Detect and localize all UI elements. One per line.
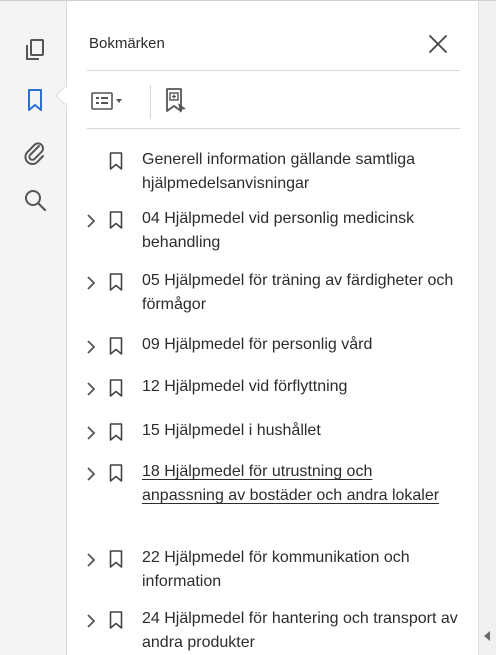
toolbar-divider: [150, 85, 151, 119]
bookmark-label: 09 Hjälpmedel för personlig vård: [142, 336, 373, 353]
chevron-right-icon[interactable]: [83, 213, 99, 229]
new-bookmark-icon: [166, 88, 186, 113]
scrollbar[interactable]: [478, 1, 496, 655]
chevron-right-icon[interactable]: [83, 466, 99, 482]
search-icon[interactable]: [20, 185, 50, 215]
bookmarks-panel: Bokmärken Generell information gällande …: [67, 1, 478, 655]
new-bookmark-button[interactable]: [163, 87, 191, 115]
scroll-left-arrow-icon[interactable]: [484, 631, 490, 641]
chevron-right-icon[interactable]: [83, 552, 99, 568]
toolbar-divider-bottom: [87, 128, 460, 129]
close-button[interactable]: [425, 31, 451, 57]
close-icon: [429, 35, 447, 53]
bookmark-icon[interactable]: [20, 85, 50, 115]
chevron-right-icon[interactable]: [83, 381, 99, 397]
attachment-icon[interactable]: [20, 138, 50, 168]
bookmark-label: 18 Hjälpmedel för utrustning och anpassn…: [142, 463, 440, 504]
chevron-right-icon[interactable]: [83, 425, 99, 441]
chevron-right-icon[interactable]: [83, 613, 99, 629]
bookmark-options-icon: [91, 92, 122, 110]
bookmark-icon: [109, 423, 123, 441]
chevron-right-icon[interactable]: [83, 339, 99, 355]
bookmark-label: 12 Hjälpmedel vid förflyttning: [142, 378, 348, 395]
bookmark-icon: [109, 464, 123, 482]
bookmark-icon: [109, 152, 123, 170]
bookmark-label: 22 Hjälpmedel för kommunikation och info…: [142, 549, 410, 590]
bookmark-icon: [109, 550, 123, 568]
bookmark-label: Generell information gällande samtliga h…: [142, 151, 416, 192]
bookmark-options-button[interactable]: [91, 87, 135, 115]
header-divider: [87, 70, 460, 71]
bookmark-icon: [109, 337, 123, 355]
chevron-right-icon[interactable]: [83, 275, 99, 291]
bookmark-label: 04 Hjälpmedel vid personlig medicinsk be…: [142, 210, 415, 251]
bookmark-icon: [109, 611, 123, 629]
bookmark-icon: [109, 211, 123, 229]
bookmark-label: 05 Hjälpmedel för träning av färdigheter…: [142, 272, 454, 313]
pages-icon[interactable]: [20, 35, 50, 65]
navigation-rail: [0, 1, 67, 655]
bookmark-icon: [109, 379, 123, 397]
bookmark-label: 24 Hjälpmedel för hantering och transpor…: [142, 610, 458, 651]
bookmark-icon: [109, 273, 123, 291]
panel-title: Bokmärken: [89, 35, 165, 52]
bookmark-label: 15 Hjälpmedel i hushållet: [142, 422, 321, 439]
